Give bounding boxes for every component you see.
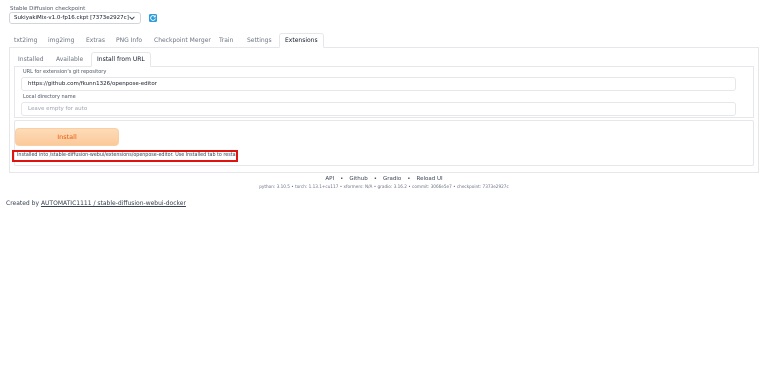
created-by-prefix: Created by xyxy=(6,200,40,207)
created-by-link[interactable]: AUTOMATIC1111 / stable-diffusion-webui-d… xyxy=(41,200,186,207)
tab-extras[interactable]: Extras xyxy=(86,34,105,48)
install-button[interactable]: Install xyxy=(15,128,119,146)
checkpoint-value: SukiyakiMix-v1.0-fp16.ckpt [7373e2927c] xyxy=(14,15,129,21)
refresh-icon xyxy=(150,15,156,21)
version-info: python: 3.10.5 • torch: 1.13.1+cu117 • x… xyxy=(259,184,509,189)
footer-links: API • Github • Gradio • Reload UI xyxy=(325,176,443,182)
tab-img2img[interactable]: img2img xyxy=(48,34,74,48)
install-result-message: Installed into /stable-diffusion-webui/e… xyxy=(12,150,238,162)
subtab-installed[interactable]: Installed xyxy=(18,53,44,67)
page-root: Stable Diffusion checkpoint SukiyakiMix-… xyxy=(0,0,768,374)
install-from-url-form: URL for extension's git repository Local… xyxy=(14,67,754,118)
footer-link-github[interactable]: Github xyxy=(349,176,367,182)
url-field-label: URL for extension's git repository xyxy=(23,69,107,75)
refresh-checkpoint-button[interactable] xyxy=(149,14,157,22)
subtab-install-from-url[interactable]: Install from URL xyxy=(91,52,151,67)
tab-settings[interactable]: Settings xyxy=(247,34,272,48)
tab-extensions[interactable]: Extensions xyxy=(279,33,324,48)
tab-checkpoint-merger[interactable]: Checkpoint Merger xyxy=(154,34,211,48)
tab-png-info[interactable]: PNG Info xyxy=(116,34,142,48)
main-tab-bar: txt2img img2img Extras PNG Info Checkpoi… xyxy=(9,33,759,48)
url-input[interactable] xyxy=(21,77,736,91)
footer-link-gradio[interactable]: Gradio xyxy=(383,176,401,182)
subtab-available[interactable]: Available xyxy=(56,53,83,67)
chevron-down-icon xyxy=(129,16,135,20)
created-by-line: Created by AUTOMATIC1111 / stable-diffus… xyxy=(6,200,186,207)
footer-link-reload-ui[interactable]: Reload UI xyxy=(417,176,443,182)
install-action-area: Install Installed into /stable-diffusion… xyxy=(12,120,754,166)
extensions-panel: Installed Available Install from URL URL… xyxy=(9,48,759,173)
tab-txt2img[interactable]: txt2img xyxy=(14,34,37,48)
checkpoint-dropdown[interactable]: SukiyakiMix-v1.0-fp16.ckpt [7373e2927c] xyxy=(9,12,141,24)
extensions-sub-tab-bar: Installed Available Install from URL xyxy=(14,52,754,67)
footer-link-api[interactable]: API xyxy=(325,176,334,182)
tab-train[interactable]: Train xyxy=(219,34,233,48)
directory-input[interactable] xyxy=(21,102,736,116)
directory-field-label: Local directory name xyxy=(23,94,76,100)
